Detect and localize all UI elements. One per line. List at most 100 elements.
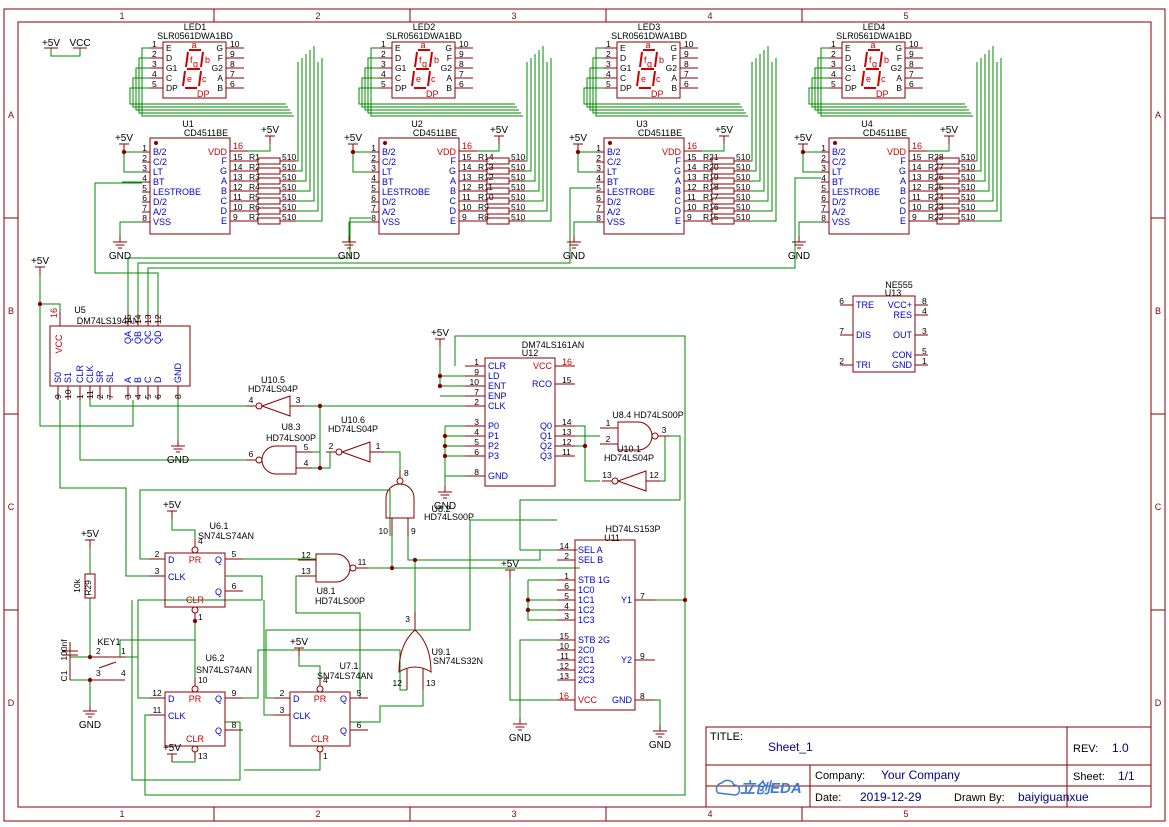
u12-pin-number: 3 xyxy=(474,417,479,427)
display-pin-number: 6 xyxy=(909,79,914,89)
gate-part: SN74LS32N xyxy=(433,656,483,666)
wire-q0 xyxy=(575,425,600,482)
gate-pin-number: 3 xyxy=(662,425,667,435)
display-pin-name: DP xyxy=(845,83,857,93)
segment-letter: g xyxy=(872,59,877,69)
decoder-pin-number: 5 xyxy=(371,183,376,193)
u13-pin-number: 1 xyxy=(922,356,927,366)
u5-pin-number: 2 xyxy=(95,394,105,399)
ff-part: SN74LS74AN xyxy=(317,671,373,681)
decoder-pin-name: VSS xyxy=(607,217,625,227)
segment-c xyxy=(427,70,431,87)
resistor-ref: R23 xyxy=(928,202,944,212)
u5-pin-number: 14 xyxy=(133,314,143,324)
decoder-pin-name: LT xyxy=(153,167,163,177)
u5-vcc-label: VCC xyxy=(54,334,64,354)
display-pin-name: A xyxy=(671,73,677,83)
u13-pin-number: 6 xyxy=(839,296,844,306)
decoder-pin-name: A/2 xyxy=(607,207,621,217)
decoder-pin-name: B/2 xyxy=(382,147,396,157)
u13-pin-number: 3 xyxy=(922,326,927,336)
junction-dot xyxy=(437,383,443,389)
junction-dot xyxy=(582,443,588,449)
u12-pin-number: 1 xyxy=(474,357,479,367)
decoder-pin-number: 16 xyxy=(912,141,922,151)
segment-letter: DP xyxy=(876,89,889,99)
decoder-pin-name: LESTROBE xyxy=(153,187,201,197)
decoder-pin-name: BT xyxy=(832,177,844,187)
u12-pin-name: LD xyxy=(488,371,500,381)
segment-letter: e xyxy=(641,74,646,84)
u5-pin-number: 7 xyxy=(105,394,115,399)
resistor-value: 510 xyxy=(736,162,750,172)
nand-bubble xyxy=(396,477,404,485)
ff-pin-number: 10 xyxy=(198,675,208,685)
frame-row-label: C xyxy=(1155,502,1162,512)
resistor xyxy=(257,217,281,225)
decoder-pin-number: 15 xyxy=(462,152,472,162)
wire-lt-vcc xyxy=(123,152,142,173)
junction-dot xyxy=(87,677,93,683)
decoder-pin-name: B/2 xyxy=(607,147,621,157)
u12-pin-name: Q1 xyxy=(540,431,552,441)
ff-pin-number: 5 xyxy=(357,688,362,698)
display-pin-number: 5 xyxy=(381,79,386,89)
decoder-pin-name: A xyxy=(450,176,456,186)
u12-pin-name: ENT xyxy=(488,381,507,391)
decoder-pin-name: LT xyxy=(607,167,617,177)
wire-u6-2-qn xyxy=(131,600,241,781)
gate-pin-number: 13 xyxy=(602,470,612,480)
u5-pin-number: 3 xyxy=(123,394,133,399)
segment-letter: b xyxy=(205,55,210,65)
r29-ref: R29 xyxy=(83,580,93,596)
decoder-pin-number: 11 xyxy=(462,192,471,202)
ff-d-label: D xyxy=(168,694,175,704)
u11-pin-number: 1 xyxy=(564,571,569,581)
u13-pin-name: DIS xyxy=(856,330,871,340)
key-pin-number: 3 xyxy=(96,668,101,678)
segment-b xyxy=(200,51,204,68)
junction-dot xyxy=(682,597,688,603)
ff-pin-number: 13 xyxy=(198,751,208,761)
decoder-pin-name: C xyxy=(450,196,457,206)
frame-column-label: 2 xyxy=(315,11,320,21)
decoder-pin-name: A/2 xyxy=(153,207,167,217)
key-pin-number: 4 xyxy=(121,668,126,678)
drawn-by-value: baiyiguanxue xyxy=(1018,790,1089,804)
wire-seg xyxy=(975,58,982,172)
inverter-u10-1 xyxy=(616,470,647,492)
decoder-pin-name: C xyxy=(900,196,907,206)
junction-dot xyxy=(800,149,806,155)
wire-seg xyxy=(975,62,978,162)
wire-vss xyxy=(119,221,142,236)
resistor-ref: R22 xyxy=(928,212,944,222)
wire-seg xyxy=(975,62,998,212)
segment-f xyxy=(864,51,868,68)
wire-seg xyxy=(525,46,544,202)
display-pin-name: B xyxy=(217,83,223,93)
power-label: +5V xyxy=(42,38,60,49)
resistor-value: 510 xyxy=(736,202,750,212)
power-label: +5V xyxy=(81,529,99,540)
decoder-pin-number: 13 xyxy=(462,172,472,182)
segment-letter: b xyxy=(434,55,439,65)
power-label: +5V xyxy=(940,125,958,136)
junction-dot xyxy=(317,465,323,471)
decoder-pin-name: E xyxy=(900,216,906,226)
decoder-pin-number: 1 xyxy=(821,143,826,153)
decoder-part: CD4511BE xyxy=(638,128,682,138)
rev-label: REV: xyxy=(1073,743,1098,755)
power-label: +5V xyxy=(715,125,733,136)
decoder-pin-name: LESTROBE xyxy=(832,187,880,197)
wire-seg xyxy=(296,62,319,212)
ff-clk-label: CLK xyxy=(293,711,311,721)
decoder-pin-name: A xyxy=(221,176,227,186)
decoder-pin-number: 2 xyxy=(821,153,826,163)
resistor-value: 510 xyxy=(282,212,296,222)
wire-seg xyxy=(296,46,315,202)
ff-pr-bubble xyxy=(316,685,324,693)
decoder-pin-number: 7 xyxy=(142,203,147,213)
frame-column-label: 1 xyxy=(119,11,124,21)
wire-seg xyxy=(750,62,753,162)
segment-letter: c xyxy=(431,74,436,84)
